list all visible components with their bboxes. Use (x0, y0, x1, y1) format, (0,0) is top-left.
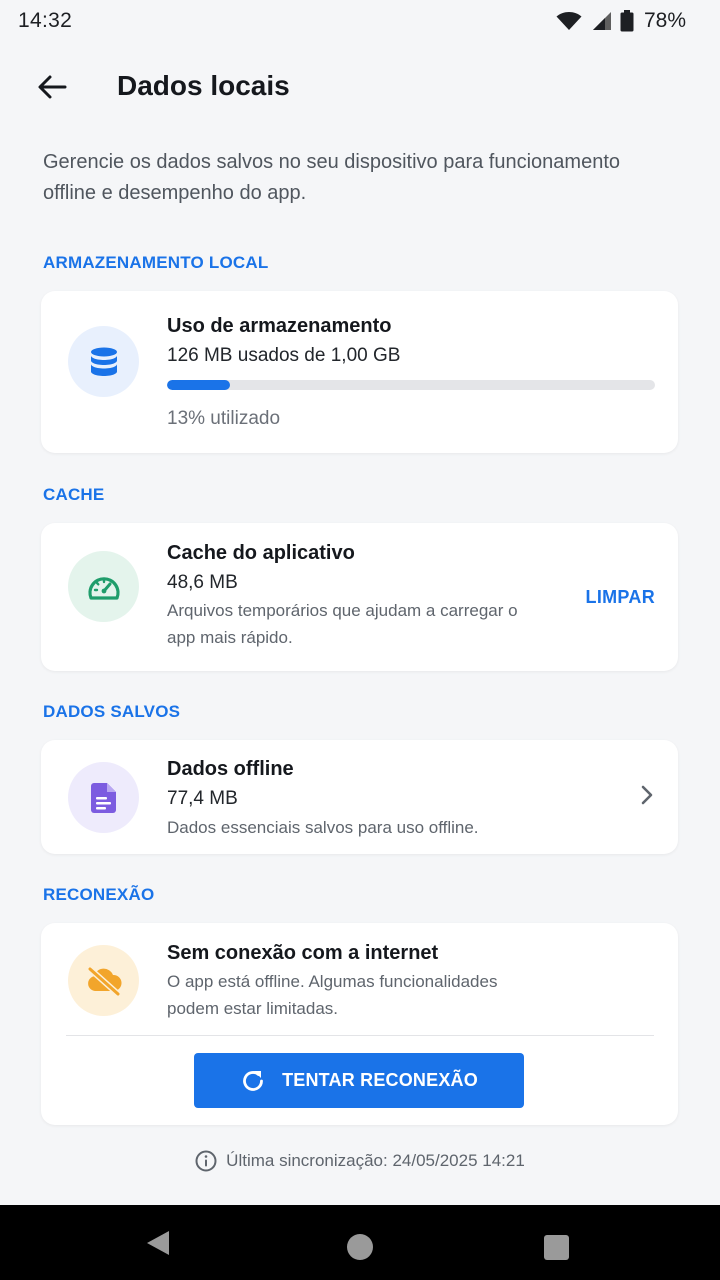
page-description: Gerencie os dados salvos no seu disposit… (43, 151, 621, 204)
app-bar: Dados locais (0, 54, 720, 120)
retry-connection-button[interactable]: TENTAR RECONEXÃO (194, 1053, 524, 1108)
nav-home-button[interactable] (347, 1234, 373, 1260)
section-label-cache: CACHE (43, 485, 105, 504)
storage-title: Uso de armazenamento (167, 315, 392, 337)
storage-progress-fill (167, 380, 231, 390)
cache-card: Cache do aplicativo 48,6 MB Arquivos tem… (41, 523, 678, 671)
section-label-saved: DADOS SALVOS (43, 702, 181, 721)
storage-icon-container (68, 326, 139, 397)
reconnect-card: Sem conexão com a internet O app está of… (41, 923, 678, 1125)
status-time: 14:32 (18, 9, 73, 32)
cache-size: 48,6 MB (167, 572, 238, 593)
section-label-reconnect: RECONEXÃO (43, 885, 155, 904)
battery-icon (620, 10, 634, 32)
offline-title: Sem conexão com a internet (167, 942, 439, 964)
wifi-icon (556, 12, 582, 30)
nav-back-icon[interactable] (146, 1230, 170, 1256)
saved-data-size: 77,4 MB (167, 788, 238, 809)
back-button[interactable] (30, 68, 74, 106)
offline-description: O app está offline. Algumas funcionalida… (167, 972, 498, 1018)
refresh-icon (243, 1070, 263, 1091)
last-sync: Última sincronização: 24/05/2025 14:21 (0, 1150, 720, 1172)
offline-icon-container (68, 945, 139, 1016)
section-label-storage: ARMAZENAMENTO LOCAL (43, 253, 269, 272)
chevron-right-icon (641, 785, 653, 805)
system-navigation-bar (0, 1205, 720, 1280)
status-icons: 78% (556, 9, 686, 33)
saved-icon-container (68, 762, 139, 833)
saved-data-description: Dados essenciais salvos para uso offline… (167, 818, 479, 837)
clear-cache-button[interactable]: LIMPAR (586, 587, 655, 608)
speedometer-icon (87, 576, 120, 600)
cache-title: Cache do aplicativo (167, 542, 355, 564)
battery-percentage: 78% (643, 9, 686, 32)
saved-data-title: Dados offline (167, 758, 294, 780)
database-icon (90, 347, 117, 376)
signal-icon (592, 12, 611, 30)
storage-value: 126 MB usados de 1,00 GB (167, 345, 401, 366)
arrow-back-icon (38, 75, 67, 99)
cache-description: Arquivos temporários que ajudam a carreg… (167, 601, 518, 647)
storage-progress-bar (167, 380, 655, 390)
storage-card: Uso de armazenamento 126 MB usados de 1,… (41, 291, 678, 453)
reconnect-divider (66, 1035, 654, 1036)
status-bar: 14:32 78% (0, 0, 720, 42)
last-sync-text: Última sincronização: 24/05/2025 14:21 (226, 1151, 525, 1170)
nav-recents-button[interactable] (544, 1235, 569, 1260)
cloud-off-icon (86, 965, 122, 996)
saved-data-card[interactable]: Dados offline 77,4 MB Dados essenciais s… (41, 740, 678, 854)
cache-icon-container (68, 551, 139, 622)
page-title: Dados locais (117, 70, 290, 101)
document-icon (90, 782, 116, 813)
retry-connection-label: TENTAR RECONEXÃO (282, 1070, 478, 1090)
info-icon (195, 1150, 217, 1172)
storage-usage-text: 13% utilizado (167, 408, 281, 429)
